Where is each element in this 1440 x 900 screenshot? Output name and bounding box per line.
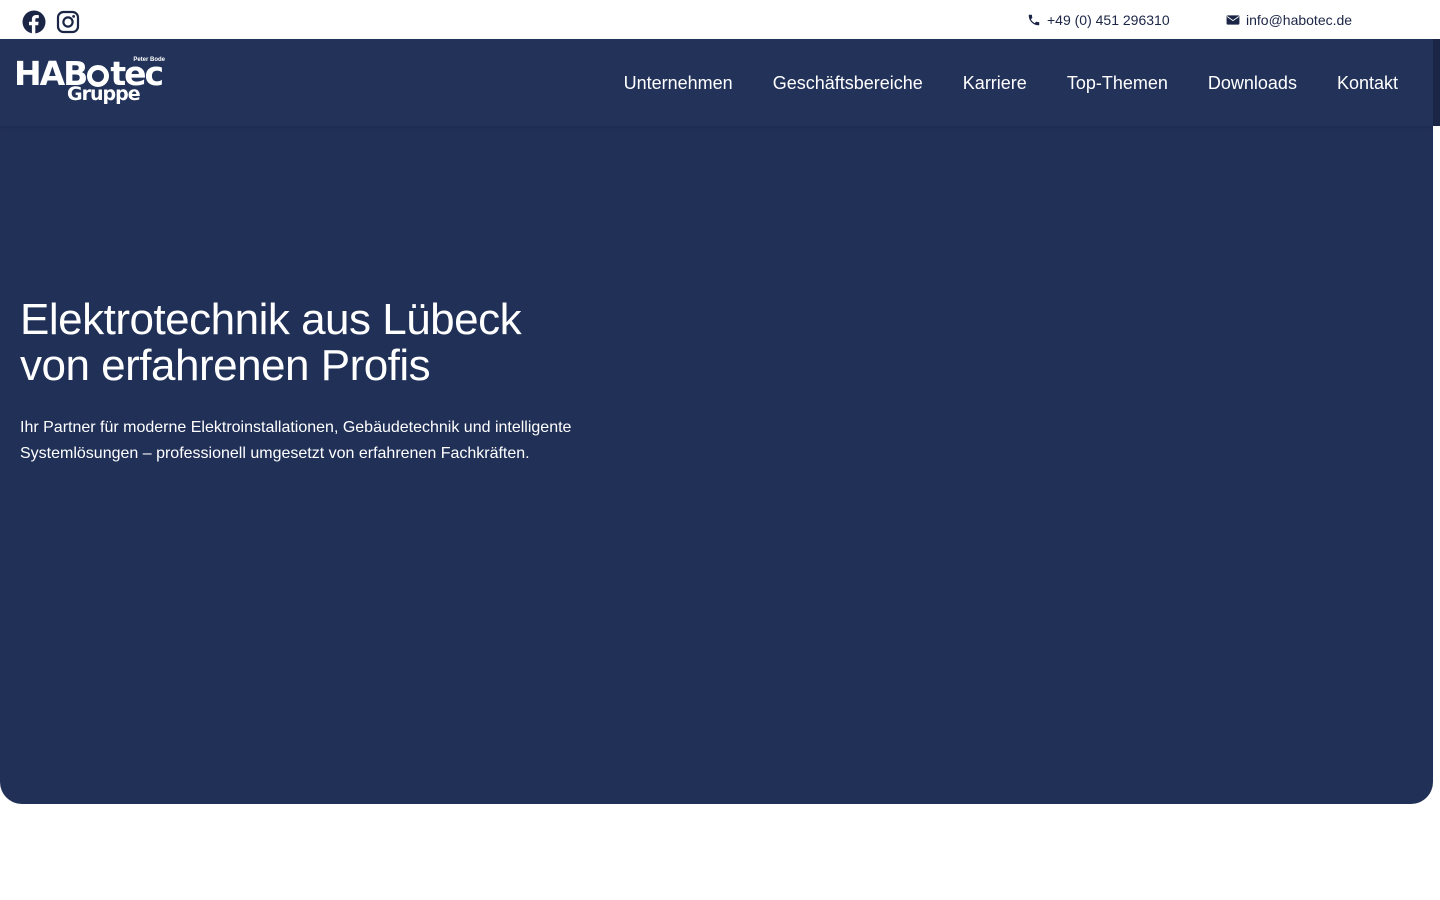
hero-subline: Ihr Partner für moderne Elektroinstallat… (20, 419, 572, 462)
phone-link[interactable]: +49 (0) 451 296310 (1027, 12, 1170, 28)
nav-item-unternehmen[interactable]: Unternehmen (624, 73, 733, 94)
nav-item-karriere[interactable]: Karriere (963, 73, 1027, 94)
email-link[interactable]: info@habotec.de (1226, 12, 1352, 28)
scrollbar[interactable] (1433, 39, 1440, 126)
instagram-icon[interactable] (56, 10, 80, 34)
phone-number: +49 (0) 451 296310 (1047, 12, 1170, 28)
nav-item-geschaeftsbereiche[interactable]: Geschäftsbereiche (773, 73, 923, 94)
nav-item-top-themen[interactable]: Top-Themen (1067, 73, 1168, 94)
headline-line-1: Elektrotechnik aus Lübeck (20, 295, 522, 344)
facebook-icon[interactable] (22, 10, 46, 34)
hero-headline: Elektrotechnik aus Lübeck von erfahrenen… (20, 297, 620, 389)
logo-subtitle: Gruppe (67, 83, 141, 105)
nav-item-downloads[interactable]: Downloads (1208, 73, 1297, 94)
primary-navigation: Unternehmen Geschäftsbereiche Karriere T… (624, 73, 1398, 94)
nav-item-kontakt[interactable]: Kontakt (1337, 73, 1398, 94)
main-navbar: HAB tec Gruppe Peter Bode Unternehmen Ges… (0, 39, 1433, 126)
social-links (22, 10, 80, 34)
logo-tagline: Peter Bode (133, 57, 165, 63)
phone-icon (1028, 14, 1040, 26)
envelope-icon (1226, 15, 1240, 25)
hero-section: HAB tec Gruppe Peter Bode Unternehmen Ges… (0, 39, 1433, 804)
headline-line-2: von erfahrenen Profis (20, 341, 431, 390)
top-bar: +49 (0) 451 296310 info@habotec.de (0, 0, 1440, 39)
habotec-logo[interactable]: HAB tec Gruppe Peter Bode (14, 56, 169, 110)
email-address: info@habotec.de (1246, 12, 1353, 28)
